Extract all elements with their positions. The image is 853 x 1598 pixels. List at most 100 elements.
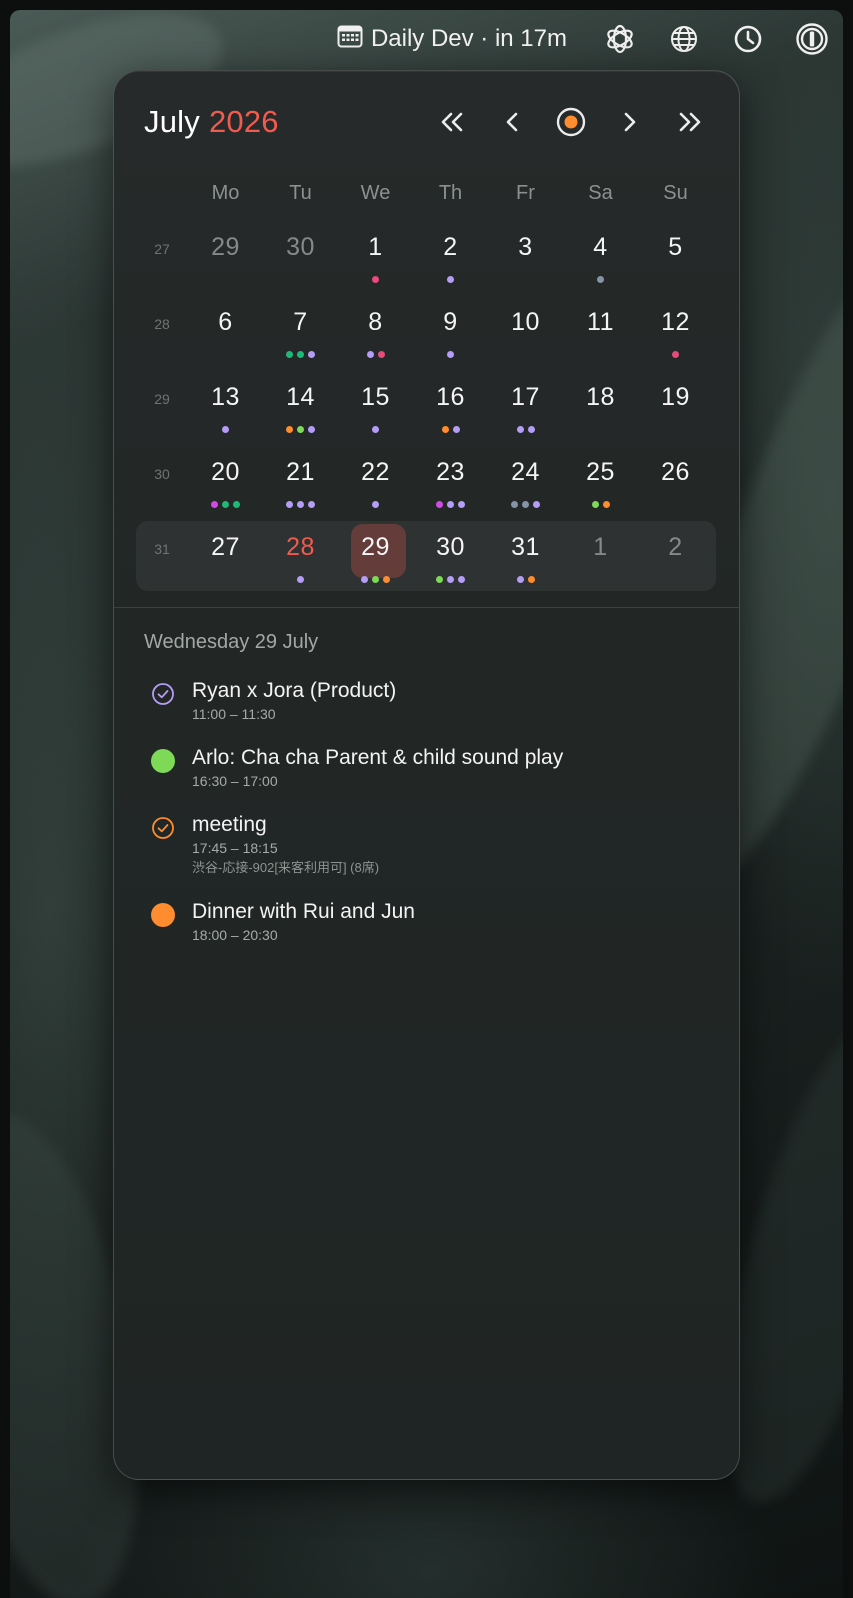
check-circle-icon xyxy=(150,815,176,841)
agenda-event[interactable]: Arlo: Cha cha Parent & child sound play 1… xyxy=(150,744,709,791)
event-title: Ryan x Jora (Product) xyxy=(192,679,397,702)
day-cell[interactable]: 15 xyxy=(338,365,413,440)
day-number: 6 xyxy=(218,308,233,336)
day-cell-selected[interactable]: 29 xyxy=(338,515,413,590)
day-cell[interactable]: 29 xyxy=(188,215,263,290)
day-cell[interactable]: 31 xyxy=(488,515,563,590)
event-dot xyxy=(286,426,293,433)
week-number: 27 xyxy=(154,241,170,257)
day-cell[interactable]: 10 xyxy=(488,290,563,365)
check-circle-icon xyxy=(150,681,176,707)
day-cell[interactable]: 13 xyxy=(188,365,263,440)
day-number: 29 xyxy=(361,533,390,561)
day-cell[interactable]: 2 xyxy=(413,215,488,290)
double-chevron-right-icon xyxy=(679,112,701,132)
menubar-next-event[interactable]: Daily Dev · in 17m xyxy=(337,24,567,55)
day-cell[interactable]: 20 xyxy=(188,440,263,515)
day-cell[interactable]: 5 xyxy=(638,215,713,290)
openai-icon[interactable] xyxy=(601,20,639,58)
event-time: 17:45 – 18:15 xyxy=(192,840,278,856)
weekday-label: Th xyxy=(438,181,463,204)
day-cell[interactable]: 17 xyxy=(488,365,563,440)
agenda-event[interactable]: meeting 17:45 – 18:15 渋谷-応接-902[来客利用可] (8席… xyxy=(150,811,709,878)
day-number: 24 xyxy=(511,458,540,486)
day-cell[interactable]: 1 xyxy=(563,515,638,590)
day-number: 14 xyxy=(286,383,315,411)
event-dots xyxy=(436,576,465,584)
day-cell[interactable]: 12 xyxy=(638,290,713,365)
previous-month-button[interactable] xyxy=(492,102,532,142)
event-dot xyxy=(458,576,465,583)
event-details: Arlo: Cha cha Parent & child sound play 1… xyxy=(192,744,563,791)
day-number: 22 xyxy=(361,458,390,486)
day-cell[interactable]: 26 xyxy=(638,440,713,515)
day-cell[interactable]: 7 xyxy=(263,290,338,365)
event-dots xyxy=(361,576,390,584)
week-number: 31 xyxy=(154,541,170,557)
day-cell[interactable]: 8 xyxy=(338,290,413,365)
agenda-day-heading: Wednesday 29 July xyxy=(144,631,319,653)
next-month-button[interactable] xyxy=(610,102,650,142)
day-number: 8 xyxy=(368,308,383,336)
day-cell[interactable]: 14 xyxy=(263,365,338,440)
calendar-icon xyxy=(337,24,371,55)
event-dot xyxy=(441,426,449,433)
event-dot xyxy=(286,501,293,508)
day-cell[interactable]: 25 xyxy=(563,440,638,515)
event-location: 渋谷-応接-902[来客利用可] (8席) xyxy=(192,860,380,875)
day-number: 18 xyxy=(586,383,615,411)
event-dot xyxy=(516,426,524,433)
previous-year-button[interactable] xyxy=(433,102,473,142)
day-cell[interactable]: 1 xyxy=(338,215,413,290)
day-cell[interactable]: 6 xyxy=(188,290,263,365)
week-number: 30 xyxy=(154,466,170,482)
today-button[interactable] xyxy=(551,102,591,142)
event-dot xyxy=(602,501,610,508)
event-dots xyxy=(672,351,679,359)
day-cell[interactable]: 3 xyxy=(488,215,563,290)
event-dot xyxy=(447,501,454,508)
day-cell[interactable]: 30 xyxy=(413,515,488,590)
event-dot xyxy=(516,576,524,583)
weekday-label: We xyxy=(360,181,391,204)
day-cell[interactable]: 19 xyxy=(638,365,713,440)
agenda-event-list: Ryan x Jora (Product) 11:00 – 11:30 Arlo: … xyxy=(150,677,709,965)
password-manager-icon[interactable] xyxy=(793,20,831,58)
agenda-event[interactable]: Dinner with Rui and Jun 18:00 – 20:30 xyxy=(150,898,709,945)
divider xyxy=(114,607,739,608)
day-number: 11 xyxy=(587,308,614,336)
globe-icon[interactable] xyxy=(665,20,703,58)
weekday-label: Sa xyxy=(588,181,613,204)
day-cell[interactable]: 24 xyxy=(488,440,563,515)
event-dots xyxy=(372,501,379,509)
day-cell[interactable]: 30 xyxy=(263,215,338,290)
event-dot xyxy=(308,351,315,358)
event-dot xyxy=(436,501,443,508)
day-cell[interactable]: 9 xyxy=(413,290,488,365)
clock-icon[interactable] xyxy=(729,20,767,58)
week-row: 28 6 7 8 9 10 11 12 xyxy=(136,290,716,365)
day-cell[interactable]: 27 xyxy=(188,515,263,590)
day-cell[interactable]: 11 xyxy=(563,290,638,365)
calendar-header: July 2026 xyxy=(144,101,709,143)
day-cell[interactable]: 22 xyxy=(338,440,413,515)
event-dot xyxy=(372,576,379,583)
week-number: 28 xyxy=(154,316,170,332)
day-cell[interactable]: 18 xyxy=(563,365,638,440)
agenda-event[interactable]: Ryan x Jora (Product) 11:00 – 11:30 xyxy=(150,677,709,724)
day-cell[interactable]: 4 xyxy=(563,215,638,290)
event-dot xyxy=(511,501,518,508)
event-dot xyxy=(286,351,293,358)
day-cell[interactable]: 16 xyxy=(413,365,488,440)
event-dot xyxy=(527,426,535,433)
day-cell[interactable]: 2 xyxy=(638,515,713,590)
next-year-button[interactable] xyxy=(669,102,709,142)
day-cell-today[interactable]: 28 xyxy=(263,515,338,590)
event-dots xyxy=(511,501,540,509)
day-cell[interactable]: 21 xyxy=(263,440,338,515)
day-number: 27 xyxy=(211,533,240,561)
day-number: 28 xyxy=(286,533,315,561)
day-number: 23 xyxy=(436,458,465,486)
day-cell[interactable]: 23 xyxy=(413,440,488,515)
day-number: 1 xyxy=(593,533,608,561)
